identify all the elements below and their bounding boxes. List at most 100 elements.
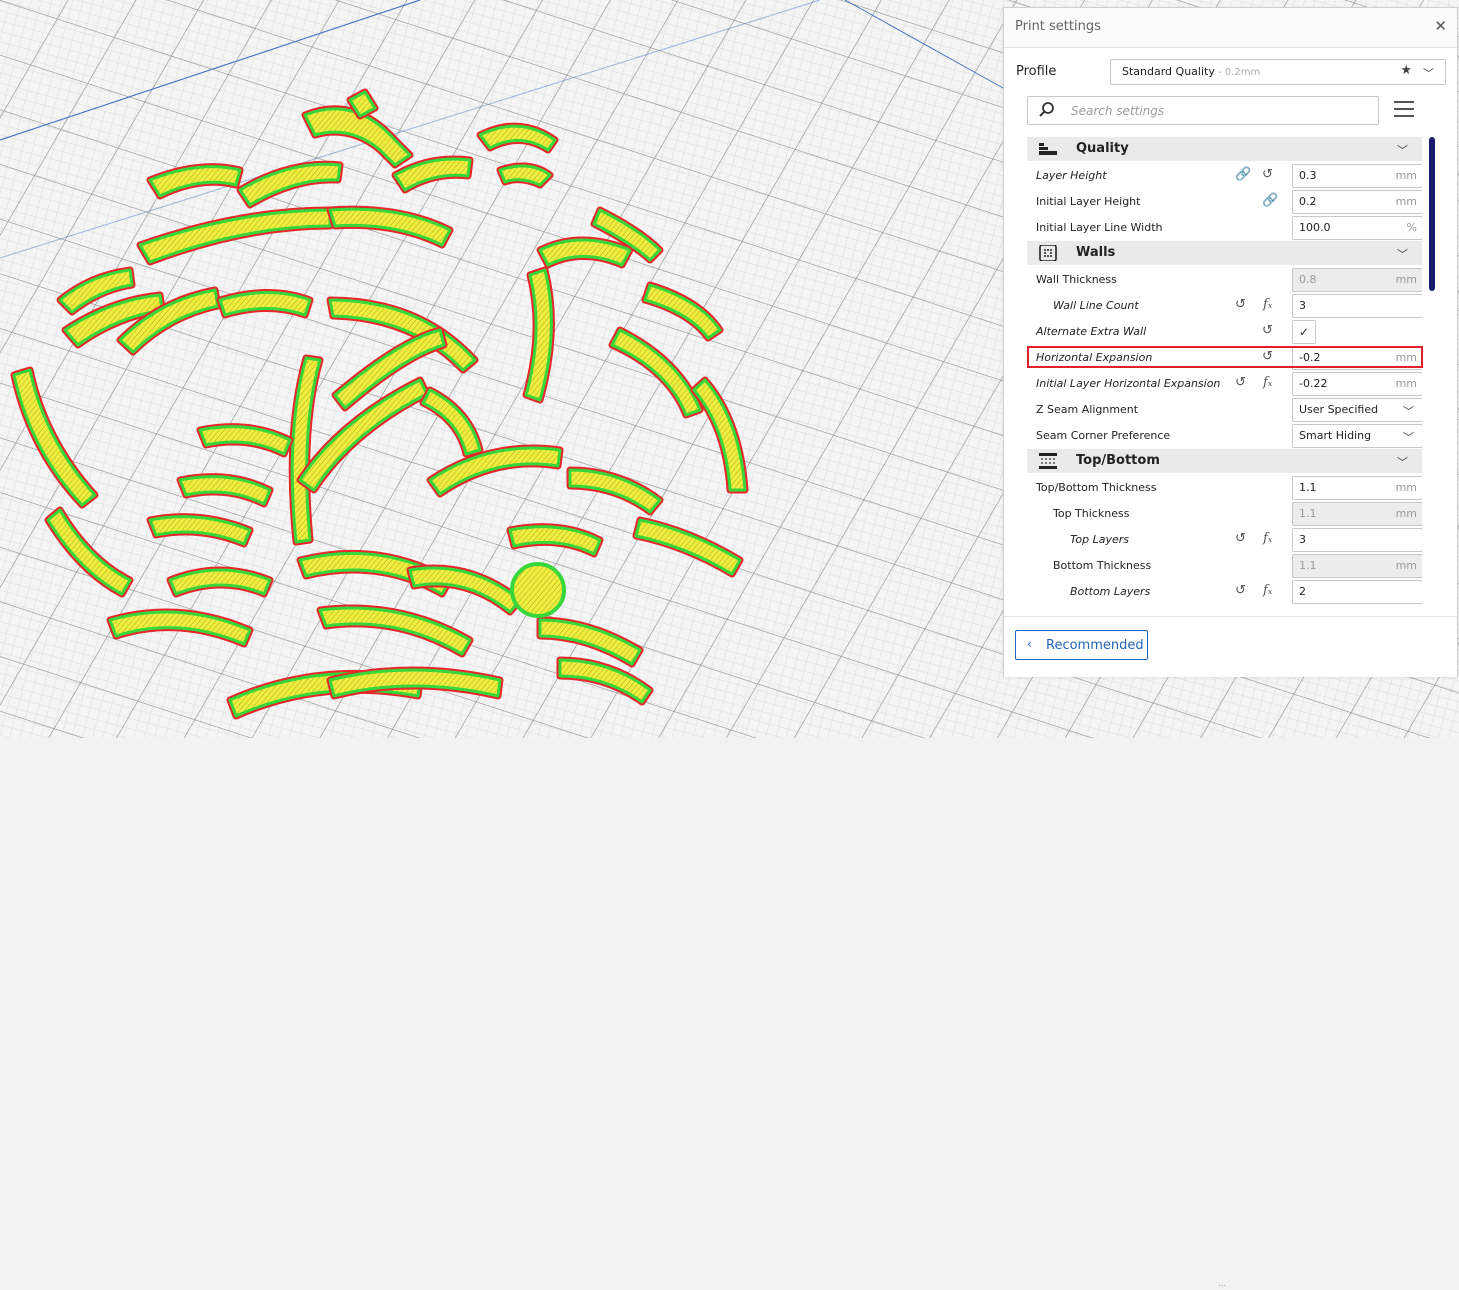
seam-corner-preference-select[interactable]: Smart Hiding ﹀: [1292, 424, 1422, 448]
setting-initial-layer-line-width: Initial Layer Line Width 100.0%: [1027, 215, 1422, 241]
category-walls[interactable]: Walls ﹀: [1027, 241, 1422, 265]
bottom-layers-field[interactable]: 2: [1292, 580, 1422, 604]
reset-icon[interactable]: ↺: [1235, 532, 1246, 546]
field-value: 3: [1299, 533, 1306, 546]
field-value: 0.2: [1299, 195, 1317, 208]
wall-thickness-field: 0.8 mm: [1292, 268, 1422, 292]
settings-scrollbar[interactable]: [1429, 137, 1435, 291]
z-seam-alignment-select[interactable]: User Specified ﹀: [1292, 398, 1422, 422]
field-value: 0.8: [1299, 273, 1317, 286]
settings-list: Quality ﹀ Layer Height 🔗 ↺ 0.3 mm Initial…: [1027, 137, 1422, 614]
category-label: Top/Bottom: [1076, 453, 1160, 468]
top-layers-field[interactable]: 3: [1292, 528, 1422, 552]
field-value: -0.22: [1299, 377, 1328, 390]
field-unit: mm: [1395, 169, 1417, 182]
field-value: 100.0: [1299, 221, 1331, 234]
chevron-left-icon: ‹: [1027, 637, 1032, 651]
top-bottom-thickness-field[interactable]: 1.1 mm: [1292, 476, 1422, 500]
link-icon[interactable]: 🔗: [1262, 194, 1278, 208]
setting-label: Top Thickness: [1053, 507, 1130, 520]
sliced-part-blob: [510, 562, 566, 618]
initial-layer-line-width-field[interactable]: 100.0%: [1292, 216, 1422, 240]
setting-seam-corner-preference: Seam Corner Preference Smart Hiding ﹀: [1027, 423, 1422, 449]
highlight-box: [1027, 346, 1423, 368]
setting-label: Alternate Extra Wall: [1036, 325, 1147, 338]
print-settings-panel: Print settings ✕ Profile Standard Qualit…: [1003, 7, 1458, 1290]
chevron-down-icon: ﹀: [1403, 405, 1414, 418]
initial-layer-height-field[interactable]: 0.2 mm: [1292, 190, 1422, 214]
setting-label: Bottom Thickness: [1053, 559, 1152, 572]
panel-header: Print settings ✕: [1004, 8, 1457, 48]
setting-wall-thickness: Wall Thickness 0.8 mm: [1027, 267, 1422, 293]
chevron-down-icon: ﹀: [1397, 456, 1408, 469]
field-unit: mm: [1395, 273, 1417, 286]
star-icon[interactable]: ★: [1400, 63, 1412, 78]
recommended-label: Recommended: [1046, 638, 1144, 653]
reset-icon[interactable]: ↺: [1235, 376, 1246, 390]
reset-icon[interactable]: ↺: [1262, 168, 1273, 182]
setting-top-layers: Top Layers ↺ fₓ 3: [1027, 527, 1422, 553]
setting-label: Top/Bottom Thickness: [1036, 481, 1157, 494]
setting-label: Bottom Layers: [1070, 585, 1151, 598]
reset-icon[interactable]: ↺: [1235, 584, 1246, 598]
setting-label: Seam Corner Preference: [1036, 429, 1171, 442]
search-box: [1027, 96, 1379, 125]
panel-title: Print settings: [1015, 19, 1101, 34]
resize-handle[interactable]: ⋯: [1218, 1281, 1226, 1290]
setting-initial-layer-height: Initial Layer Height 🔗 0.2 mm: [1027, 189, 1422, 215]
menu-icon[interactable]: [1394, 101, 1414, 119]
panel-footer: ‹ Recommended ⋯: [1004, 616, 1457, 1290]
setting-top-bottom-thickness: Top/Bottom Thickness 1.1 mm: [1027, 475, 1422, 501]
function-icon[interactable]: fₓ: [1263, 376, 1272, 390]
setting-layer-height: Layer Height 🔗 ↺ 0.3 mm: [1027, 163, 1422, 189]
select-value: Smart Hiding: [1299, 429, 1372, 442]
setting-label: Wall Thickness: [1036, 273, 1117, 286]
function-icon[interactable]: fₓ: [1263, 584, 1272, 598]
link-icon[interactable]: 🔗: [1235, 168, 1251, 182]
profile-name-text: Standard Quality: [1122, 65, 1215, 78]
setting-initial-layer-horizontal-expansion: Initial Layer Horizontal Expansion ↺ fₓ …: [1027, 371, 1422, 397]
setting-label: Wall Line Count: [1053, 299, 1139, 312]
alternate-extra-wall-checkbox[interactable]: ✓: [1292, 320, 1316, 344]
profile-select[interactable]: Standard Quality - 0.2mm ★ ﹀: [1110, 59, 1446, 85]
setting-label: Layer Height: [1036, 169, 1107, 182]
setting-z-seam-alignment: Z Seam Alignment User Specified ﹀: [1027, 397, 1422, 423]
setting-label: Initial Layer Horizontal Expansion: [1036, 377, 1221, 390]
field-unit: mm: [1395, 195, 1417, 208]
field-value: 1.1: [1299, 481, 1317, 494]
quality-icon: [1039, 143, 1057, 155]
field-unit: mm: [1395, 507, 1417, 520]
setting-label: Initial Layer Line Width: [1036, 221, 1163, 234]
search-input[interactable]: [1069, 99, 1373, 122]
setting-top-thickness: Top Thickness 1.1 mm: [1027, 501, 1422, 527]
field-unit: %: [1406, 221, 1417, 234]
setting-alternate-extra-wall: Alternate Extra Wall ↺ ✓: [1027, 319, 1422, 345]
function-icon[interactable]: fₓ: [1263, 532, 1272, 546]
select-value: User Specified: [1299, 403, 1379, 416]
setting-bottom-layers: Bottom Layers ↺ fₓ 2: [1027, 579, 1422, 605]
field-unit: mm: [1395, 481, 1417, 494]
close-icon[interactable]: ✕: [1434, 17, 1447, 35]
chevron-down-icon: ﹀: [1397, 144, 1408, 157]
category-quality[interactable]: Quality ﹀: [1027, 137, 1422, 161]
profile-layer-height: - 0.2mm: [1214, 67, 1261, 78]
chevron-down-icon: ﹀: [1397, 248, 1408, 261]
category-topbottom[interactable]: Top/Bottom ﹀: [1027, 449, 1422, 473]
bottom-thickness-field: 1.1 mm: [1292, 554, 1422, 578]
layer-height-field[interactable]: 0.3 mm: [1292, 164, 1422, 188]
search-icon: [1039, 102, 1054, 117]
top-thickness-field: 1.1 mm: [1292, 502, 1422, 526]
wall-line-count-field[interactable]: 3: [1292, 294, 1422, 318]
reset-icon[interactable]: ↺: [1235, 298, 1246, 312]
field-value: 2: [1299, 585, 1306, 598]
topbottom-icon: [1039, 453, 1057, 469]
initial-layer-horizontal-expansion-field[interactable]: -0.22 mm: [1292, 372, 1422, 396]
walls-icon: [1039, 245, 1057, 261]
function-icon[interactable]: fₓ: [1263, 298, 1272, 312]
profile-label: Profile: [1016, 64, 1057, 79]
field-unit: mm: [1395, 377, 1417, 390]
setting-label: Z Seam Alignment: [1036, 403, 1139, 416]
recommended-button[interactable]: ‹ Recommended: [1015, 630, 1148, 660]
reset-icon[interactable]: ↺: [1262, 324, 1273, 338]
field-value: 3: [1299, 299, 1306, 312]
